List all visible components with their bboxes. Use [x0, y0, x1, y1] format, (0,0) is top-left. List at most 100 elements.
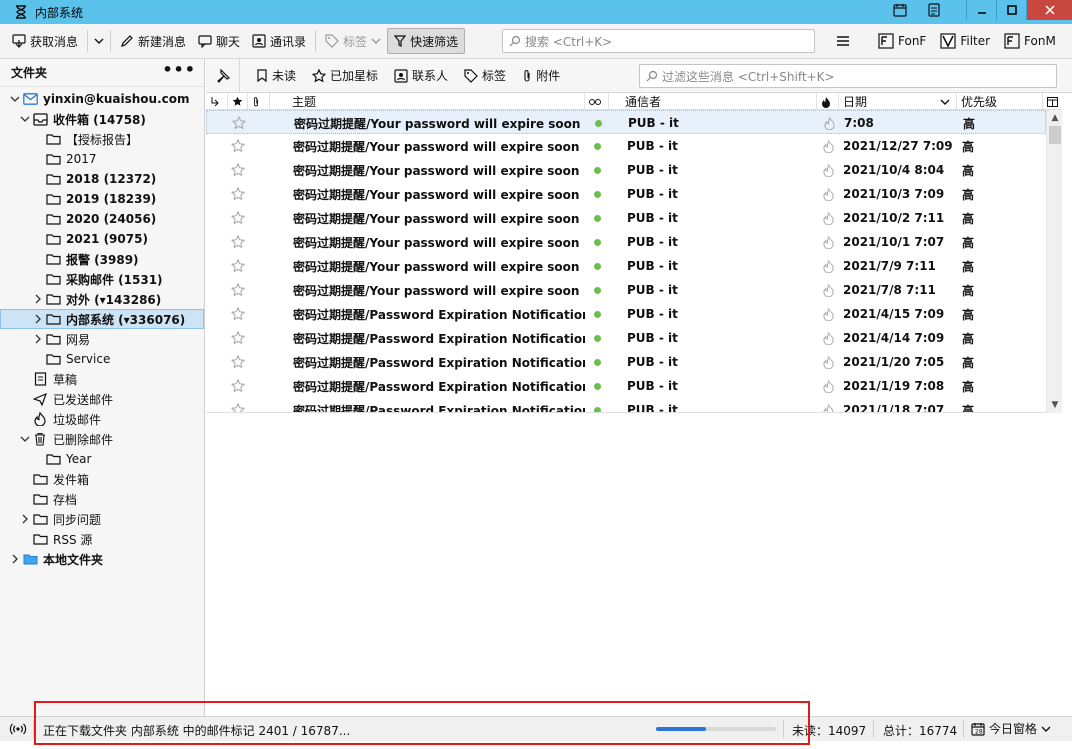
new-message-button[interactable]: 新建消息 — [114, 28, 192, 54]
star-toggle[interactable] — [228, 254, 248, 278]
star-toggle[interactable] — [228, 398, 248, 412]
star-toggle[interactable] — [228, 134, 248, 158]
filter-contact-button[interactable]: 联系人 — [386, 67, 456, 84]
read-status-toggle[interactable] — [585, 230, 609, 254]
addon-fonm-button[interactable]: FonM — [1002, 28, 1058, 54]
folder-item[interactable]: 网易 — [0, 329, 204, 349]
junk-toggle[interactable] — [817, 206, 839, 230]
read-status-toggle[interactable] — [585, 374, 609, 398]
chevron-right-icon[interactable] — [32, 334, 44, 344]
read-status-toggle[interactable] — [585, 302, 609, 326]
chat-button[interactable]: 聊天 — [192, 28, 246, 54]
tag-button[interactable]: 标签 — [319, 28, 387, 54]
folder-item[interactable]: 垃圾邮件 — [0, 409, 204, 429]
quick-filter-button[interactable]: 快速筛选 — [387, 28, 466, 54]
folder-item[interactable]: 草稿 — [0, 369, 204, 389]
online-status-icon[interactable] — [9, 722, 27, 739]
folder-item[interactable]: RSS 源 — [0, 529, 204, 549]
folder-item[interactable]: 2019 (18239) — [0, 189, 204, 209]
chevron-right-icon[interactable] — [32, 294, 44, 304]
junk-toggle[interactable] — [817, 134, 839, 158]
folder-item[interactable]: 收件箱 (14758) — [0, 109, 204, 129]
chevron-right-icon[interactable] — [19, 514, 31, 524]
junk-toggle[interactable] — [817, 230, 839, 254]
correspondents-column[interactable]: 通信者 — [609, 93, 817, 110]
chevron-right-icon[interactable] — [32, 314, 44, 324]
priority-column[interactable]: 优先级 — [957, 93, 1043, 110]
today-pane-toggle[interactable]: 28 今日窗格 — [971, 720, 1051, 737]
folder-item[interactable]: 采购邮件 (1531) — [0, 269, 204, 289]
message-row[interactable]: 密码过期提醒/Your password will expire soon PUB… — [206, 182, 1046, 206]
maximize-button[interactable] — [996, 0, 1026, 20]
scroll-down-icon[interactable]: ▼ — [1047, 397, 1063, 413]
star-toggle[interactable] — [228, 158, 248, 182]
star-toggle[interactable] — [228, 302, 248, 326]
folder-item[interactable]: 2020 (24056) — [0, 209, 204, 229]
folder-item[interactable]: 【授标报告】 — [0, 129, 204, 149]
message-row[interactable]: 密码过期提醒/Your password will expire soon PUB… — [206, 230, 1046, 254]
filter-messages-input[interactable]: 过滤这些消息 <Ctrl+Shift+K> — [639, 64, 1057, 88]
junk-toggle[interactable] — [817, 398, 839, 412]
star-toggle[interactable] — [228, 182, 248, 206]
chevron-down-icon[interactable] — [9, 95, 21, 103]
menu-icon[interactable] — [836, 35, 852, 47]
folder-item[interactable]: 报警 (3989) — [0, 249, 204, 269]
read-status-toggle[interactable] — [585, 134, 609, 158]
folder-item[interactable]: 存档 — [0, 489, 204, 509]
calendar-icon[interactable] — [892, 2, 908, 18]
read-status-toggle[interactable] — [585, 254, 609, 278]
message-list-scrollbar[interactable]: ▲ ▼ — [1046, 110, 1062, 413]
folder-item[interactable]: 同步问题 — [0, 509, 204, 529]
scroll-up-icon[interactable]: ▲ — [1047, 110, 1063, 126]
folder-item[interactable]: 本地文件夹 — [0, 549, 204, 569]
junk-toggle[interactable] — [817, 158, 839, 182]
thread-column-picker[interactable] — [206, 93, 228, 110]
subject-column[interactable]: 主题 — [270, 93, 585, 110]
starred-column[interactable] — [228, 93, 248, 110]
folder-item[interactable]: yinxin@kuaishou.com — [0, 89, 204, 109]
message-row[interactable]: 密码过期提醒/Your password will expire soon PUB… — [206, 206, 1046, 230]
folder-item[interactable]: 已发送邮件 — [0, 389, 204, 409]
star-toggle[interactable] — [228, 374, 248, 398]
star-toggle[interactable] — [228, 206, 248, 230]
message-row[interactable]: 密码过期提醒/Your password will expire soon PUB… — [206, 110, 1046, 134]
read-status-toggle[interactable] — [585, 158, 609, 182]
folder-item[interactable]: 内部系统 (▾336076) — [0, 309, 204, 329]
read-status-toggle[interactable] — [585, 326, 609, 350]
message-row[interactable]: 密码过期提醒/Password Expiration Notification P… — [206, 374, 1046, 398]
read-status-toggle[interactable] — [585, 278, 609, 302]
message-row[interactable]: 密码过期提醒/Your password will expire soon PUB… — [206, 278, 1046, 302]
filter-tags-button[interactable]: 标签 — [456, 67, 514, 84]
read-status-column[interactable] — [585, 93, 609, 110]
minimize-button[interactable] — [966, 0, 996, 20]
junk-toggle[interactable] — [817, 326, 839, 350]
chevron-down-icon[interactable] — [19, 115, 31, 123]
folder-item[interactable]: 对外 (▾143286) — [0, 289, 204, 309]
close-button[interactable] — [1026, 0, 1072, 20]
chevron-right-icon[interactable] — [9, 554, 21, 564]
message-row[interactable]: 密码过期提醒/Your password will expire soon PUB… — [206, 134, 1046, 158]
filter-unread-button[interactable]: 未读 — [248, 67, 304, 84]
folder-item[interactable]: 2021 (9075) — [0, 229, 204, 249]
star-toggle[interactable] — [228, 326, 248, 350]
read-status-toggle[interactable] — [585, 182, 609, 206]
message-row[interactable]: 密码过期提醒/Your password will expire soon PUB… — [206, 254, 1046, 278]
junk-toggle[interactable] — [817, 302, 839, 326]
get-messages-button[interactable]: 获取消息 — [6, 28, 84, 54]
folder-item[interactable]: 2018 (12372) — [0, 169, 204, 189]
read-status-toggle[interactable] — [585, 206, 609, 230]
star-toggle[interactable] — [228, 230, 248, 254]
folder-item[interactable]: Service — [0, 349, 204, 369]
global-search-input[interactable]: 搜索 <Ctrl+K> — [502, 29, 815, 53]
star-toggle[interactable] — [229, 111, 249, 135]
date-column[interactable]: 日期 — [839, 93, 957, 110]
folder-item[interactable]: 已删除邮件 — [0, 429, 204, 449]
filter-starred-button[interactable]: 已加星标 — [304, 67, 386, 84]
junk-toggle[interactable] — [817, 182, 839, 206]
message-row[interactable]: 密码过期提醒/Password Expiration Notification P… — [206, 302, 1046, 326]
address-book-button[interactable]: 通讯录 — [246, 28, 312, 54]
column-picker-button[interactable] — [1043, 93, 1062, 110]
star-toggle[interactable] — [228, 278, 248, 302]
folder-item[interactable]: 2017 — [0, 149, 204, 169]
read-status-toggle[interactable] — [585, 398, 609, 412]
